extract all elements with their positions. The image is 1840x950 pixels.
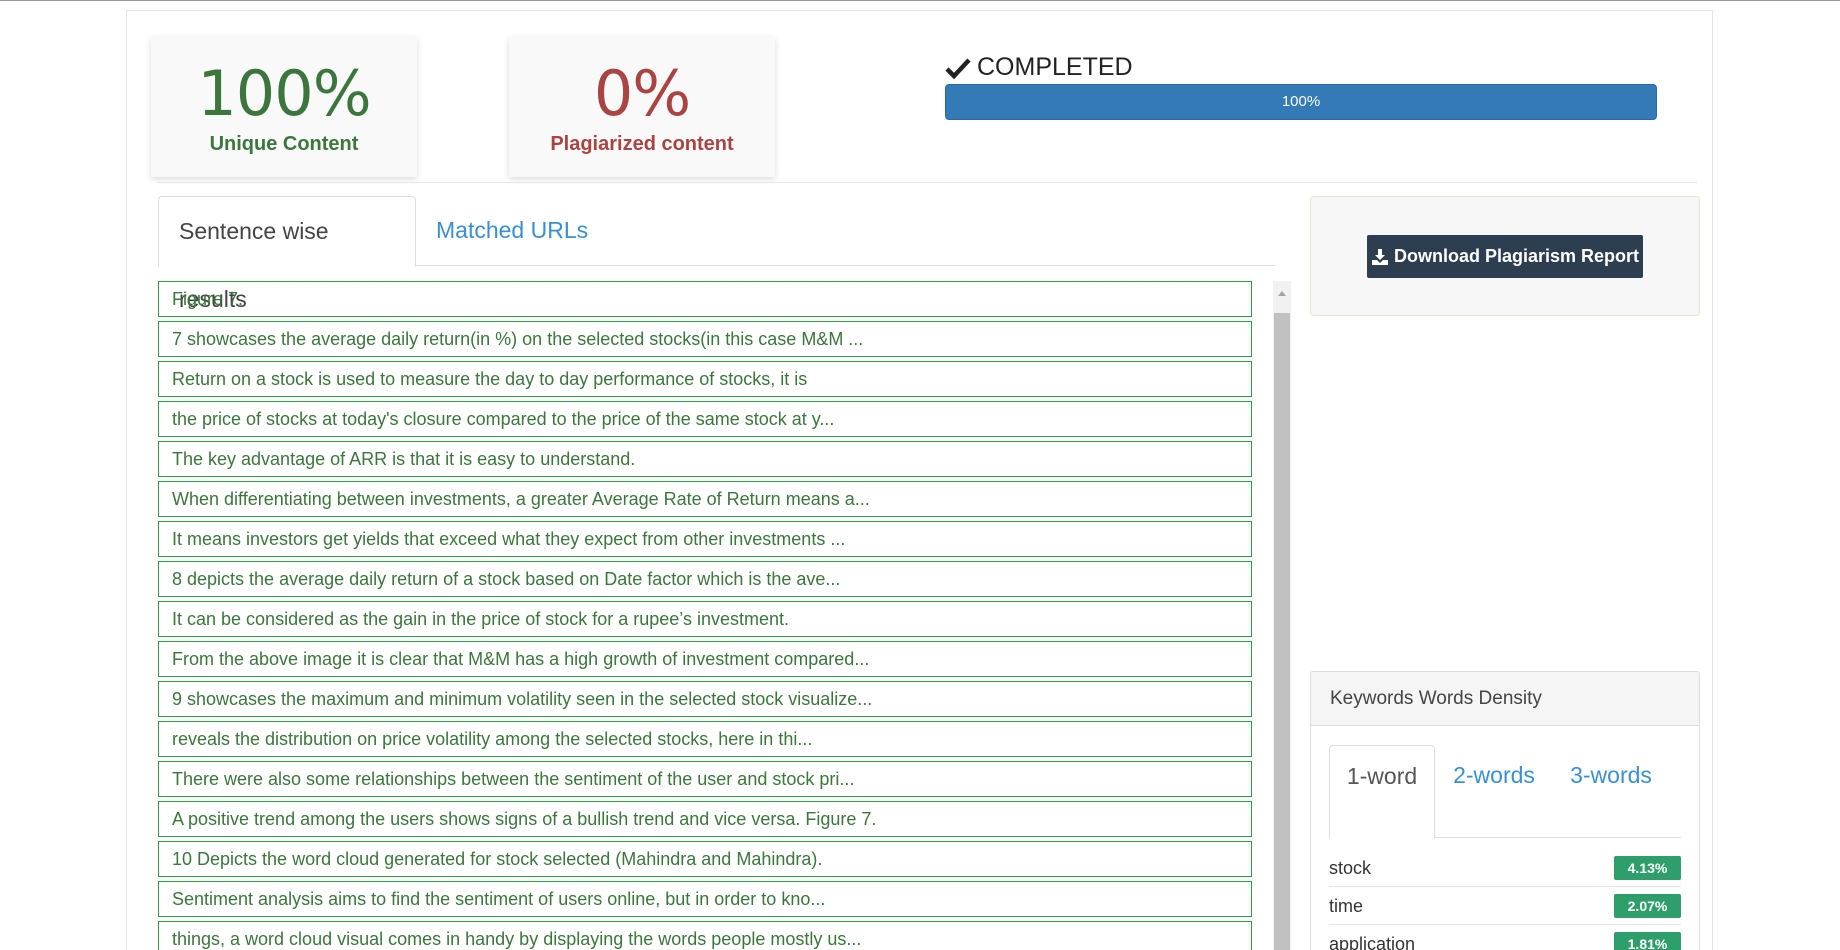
download-icon xyxy=(1371,248,1388,265)
keyword-row: time 2.07% xyxy=(1329,887,1681,925)
tab-3-words[interactable]: 3-words xyxy=(1558,745,1664,839)
keyword-word: time xyxy=(1329,896,1364,916)
tab-2-words[interactable]: 2-words xyxy=(1441,745,1547,839)
check-icon xyxy=(945,57,971,79)
sentence-result-row[interactable]: Sentiment analysis aims to find the sent… xyxy=(158,881,1252,917)
progress-bar: 100% xyxy=(945,84,1657,120)
download-report-label: Download Plagiarism Report xyxy=(1393,246,1640,266)
window-top-border xyxy=(0,0,1840,1)
keywords-density-title: Keywords Words Density xyxy=(1311,672,1699,726)
sentence-result-row[interactable]: the price of stocks at today's closure c… xyxy=(158,401,1252,437)
download-report-button[interactable]: Download Plagiarism Report xyxy=(1367,235,1643,278)
sentence-result-row[interactable]: The key advantage of ARR is that it is e… xyxy=(158,441,1252,477)
unique-content-card: 100% Unique Content xyxy=(151,37,417,177)
keywords-density-box: Keywords Words Density 1-word 2-words 3-… xyxy=(1310,671,1700,950)
sentence-result-row[interactable]: things, a word cloud visual comes in han… xyxy=(158,921,1252,950)
sentence-result-row[interactable]: Return on a stock is used to measure the… xyxy=(158,361,1252,397)
sentence-result-row[interactable]: A positive trend among the users shows s… xyxy=(158,801,1252,837)
sentence-result-row[interactable]: When differentiating between investments… xyxy=(158,481,1252,517)
sentence-result-row[interactable]: It can be considered as the gain in the … xyxy=(158,601,1252,637)
tab-matched-urls[interactable]: Matched URLs xyxy=(416,196,608,267)
results-tabs: Sentence wise results Matched URLs xyxy=(158,196,1275,312)
plagiarized-content-card: 0% Plagiarized content xyxy=(509,37,775,177)
status-completed: COMPLETED xyxy=(945,53,1133,82)
sentence-result-row[interactable]: 10 Depicts the word cloud generated for … xyxy=(158,841,1252,877)
keyword-word: stock xyxy=(1329,858,1372,878)
keyword-density-badge: 2.07% xyxy=(1614,894,1681,918)
sentence-result-row[interactable]: 7 showcases the average daily return(in … xyxy=(158,321,1252,357)
keyword-row: stock 4.13% xyxy=(1329,849,1681,887)
sentence-result-row[interactable]: There were also some relationships betwe… xyxy=(158,761,1252,797)
scroll-thumb[interactable] xyxy=(1274,313,1290,950)
results-panel: 100% Unique Content 0% Plagiarized conte… xyxy=(126,10,1713,950)
keyword-density-badge: 4.13% xyxy=(1614,856,1681,880)
plagiarized-percentage: 0% xyxy=(593,57,691,130)
keyword-density-badge: 1.81% xyxy=(1614,932,1681,950)
unique-percentage: 100% xyxy=(197,57,371,130)
keyword-word: application xyxy=(1329,934,1416,950)
plagiarized-label: Plagiarized content xyxy=(550,133,734,155)
keywords-tabs: 1-word 2-words 3-words xyxy=(1329,745,1681,839)
progress-text: 100% xyxy=(1281,93,1321,110)
sentence-result-row[interactable]: It means investors get yields that excee… xyxy=(158,521,1252,557)
sentence-result-row[interactable]: reveals the distribution on price volati… xyxy=(158,721,1252,757)
tab-1-word[interactable]: 1-word xyxy=(1329,745,1435,839)
results-scrollbar[interactable] xyxy=(1273,281,1291,950)
status-label: COMPLETED xyxy=(977,53,1133,81)
divider xyxy=(157,182,1697,183)
sentence-results-list: Figure 7. 7 showcases the average daily r… xyxy=(158,281,1252,950)
scroll-up-icon[interactable] xyxy=(1273,287,1291,299)
download-box: Download Plagiarism Report xyxy=(1310,196,1700,316)
sentence-result-row[interactable]: 9 showcases the maximum and minimum vola… xyxy=(158,681,1252,717)
sentence-result-row[interactable]: Figure 7. xyxy=(158,281,1252,317)
unique-label: Unique Content xyxy=(209,133,359,155)
sentence-result-row[interactable]: From the above image it is clear that M&… xyxy=(158,641,1252,677)
sentence-result-row[interactable]: 8 depicts the average daily return of a … xyxy=(158,561,1252,597)
keyword-row: application 1.81% xyxy=(1329,925,1681,950)
tab-sentence-wise-results[interactable]: Sentence wise results xyxy=(158,196,416,312)
